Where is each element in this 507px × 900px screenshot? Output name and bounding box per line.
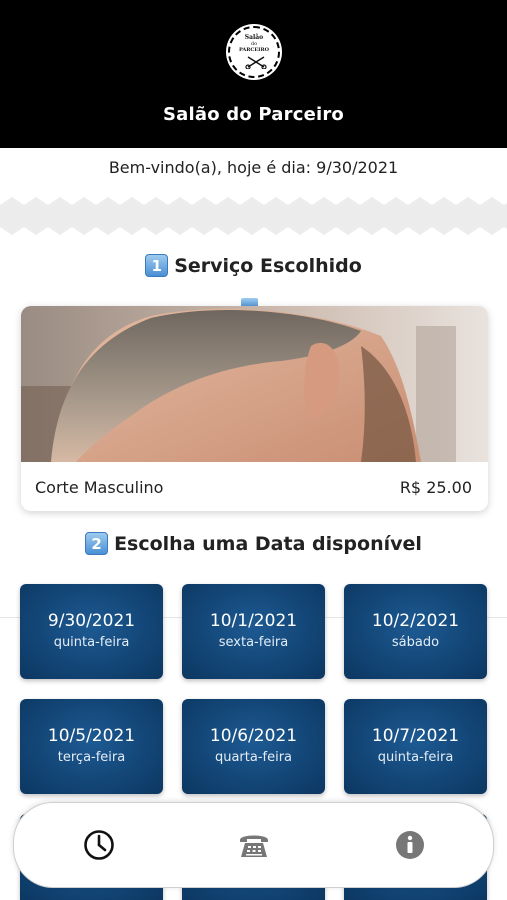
date-value: 10/2/2021 — [371, 611, 460, 631]
zigzag-divider — [0, 197, 507, 235]
service-name: Corte Masculino — [35, 478, 164, 497]
nav-info-button[interactable] — [390, 825, 430, 865]
date-weekday: quinta-feira — [53, 635, 130, 650]
step1-number-badge: 1 — [145, 254, 169, 277]
step1-heading: 1 Serviço Escolhido — [0, 254, 507, 277]
scissors-icon — [245, 56, 267, 69]
date-weekday: sexta-feira — [218, 635, 289, 650]
nav-contact-button[interactable] — [234, 825, 274, 865]
service-price: R$ 25.00 — [399, 478, 472, 497]
date-option[interactable]: 10/7/2021 quinta-feira — [344, 699, 487, 794]
app-header: Salão do PARCEIRO Salão do Parceiro — [0, 0, 507, 148]
date-option[interactable]: 10/1/2021 sexta-feira — [182, 584, 325, 679]
date-weekday: quarta-feira — [214, 750, 293, 765]
date-option[interactable]: 10/2/2021 sábado — [344, 584, 487, 679]
nav-schedule-button[interactable] — [79, 825, 119, 865]
selected-service-card[interactable]: Corte Masculino R$ 25.00 — [21, 306, 488, 511]
step2-number-badge: 2 — [85, 532, 109, 555]
date-weekday: sábado — [391, 635, 440, 650]
phone-icon — [240, 835, 268, 857]
date-option[interactable]: 9/30/2021 quinta-feira — [20, 584, 163, 679]
date-weekday: quinta-feira — [377, 750, 454, 765]
info-icon — [396, 831, 424, 859]
welcome-message: Bem-vindo(a), hoje é dia: 9/30/2021 — [108, 158, 399, 177]
logo-text-line3: PARCEIRO — [238, 47, 270, 53]
date-value: 10/1/2021 — [209, 611, 298, 631]
salon-logo: Salão do PARCEIRO — [228, 26, 280, 78]
date-value: 10/6/2021 — [209, 726, 298, 746]
haircut-photo — [21, 306, 488, 462]
date-value: 9/30/2021 — [47, 611, 136, 631]
clock-icon — [84, 830, 114, 860]
step2-title: Escolha uma Data disponível — [114, 532, 422, 555]
date-value: 10/7/2021 — [371, 726, 460, 746]
step2-heading: 2 Escolha uma Data disponível — [0, 532, 507, 555]
date-option[interactable]: 10/5/2021 terça-feira — [20, 699, 163, 794]
app-title: Salão do Parceiro — [162, 104, 344, 125]
step1-title: Serviço Escolhido — [174, 254, 362, 277]
date-value: 10/5/2021 — [47, 726, 136, 746]
bottom-navigation — [13, 802, 494, 888]
date-weekday: terça-feira — [57, 750, 126, 765]
date-option[interactable]: 10/6/2021 quarta-feira — [182, 699, 325, 794]
